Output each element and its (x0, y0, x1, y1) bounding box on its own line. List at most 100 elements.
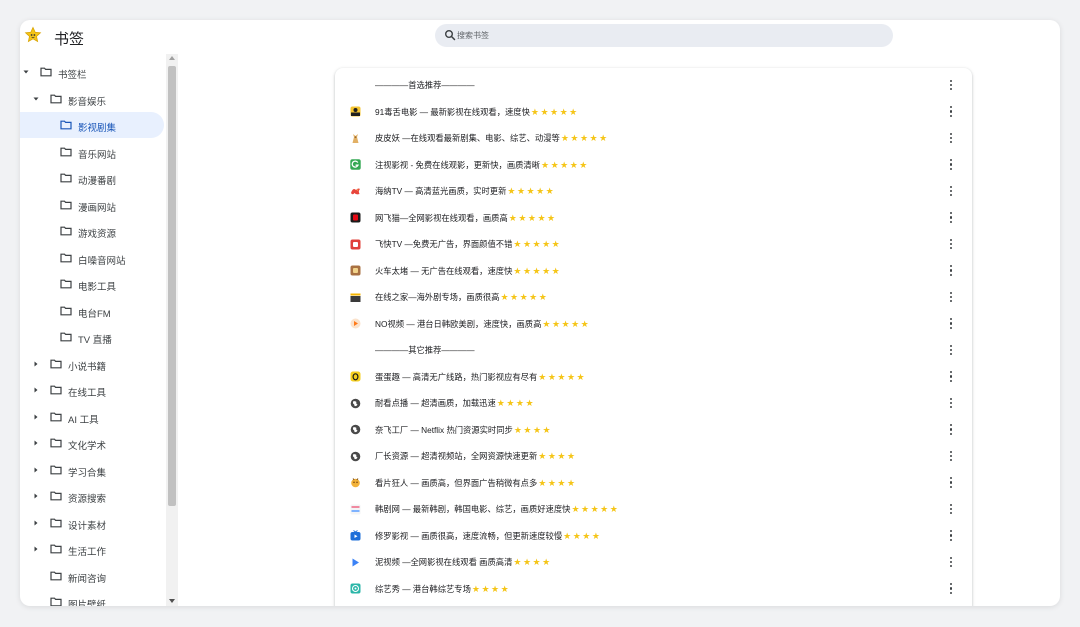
page-title: 书签 (54, 31, 85, 48)
sidebar-item[interactable]: 小说书籍 (20, 351, 166, 377)
more-vert-icon[interactable] (947, 132, 955, 144)
more-vert-icon[interactable] (947, 291, 955, 303)
scroll-down-arrow-icon[interactable] (169, 599, 175, 603)
more-vert-icon[interactable] (947, 79, 955, 91)
more-vert-icon[interactable] (947, 159, 955, 171)
sidebar-item[interactable]: 白噪音网站 (20, 245, 166, 271)
more-vert-icon[interactable] (947, 344, 955, 356)
bookmark-row[interactable]: 厂长资源 — 超清视频站，全网资源快速更新★★★★ (335, 443, 972, 470)
bookmark-row[interactable]: 飞快TV —免费无广告，界面颜值不错★★★★★ (335, 231, 972, 258)
more-vert-icon[interactable] (947, 238, 955, 250)
bookmark-title: 网飞猫—全网影视在线观看，画质高★★★★★ (375, 212, 557, 224)
film-clapper-icon (350, 293, 361, 302)
star-rating: ★★★★★ (513, 265, 562, 276)
sidebar-item[interactable]: 学习合集 (20, 457, 166, 483)
bookmark-row[interactable]: 综艺秀 — 港台韩综艺专场★★★★ (335, 576, 972, 603)
sidebar-item[interactable]: 影视剧集 (20, 112, 164, 138)
folder-icon (50, 544, 62, 554)
more-vert-icon[interactable] (947, 212, 955, 224)
bookmark-title: 在线之家—海外剧专场，画质很高★★★★★ (375, 291, 548, 303)
bookmark-row[interactable]: 海纳TV — 高清蓝光画质，实时更新★★★★★ (335, 178, 972, 205)
sidebar-item[interactable]: 游戏资源 (20, 218, 166, 244)
sidebar-item-label: 新闻咨询 (68, 573, 107, 585)
bookmark-row[interactable]: 皮皮妖 —在线观看最新剧集、电影、综艺、动漫等★★★★★ (335, 125, 972, 152)
more-vert-icon[interactable] (947, 318, 955, 330)
bookmark-title: 火车太堵 — 无广告在线观看，速度快★★★★★ (375, 265, 561, 277)
caret-right-icon[interactable] (32, 466, 40, 474)
bookmark-row[interactable]: 注视影视 - 免费在线观影，更新快，画质清晰★★★★★ (335, 152, 972, 179)
sidebar-item[interactable]: 影音娱乐 (20, 86, 166, 112)
bookmark-star-icon (24, 26, 42, 43)
sidebar-item[interactable]: 电台FM (20, 298, 166, 324)
caret-down-icon[interactable] (22, 68, 30, 76)
star-rating: ★★★★★ (508, 212, 557, 223)
more-vert-icon[interactable] (947, 424, 955, 436)
bookmark-list: ————首选推荐———— 91毒舌电影 — 最新影视在线观看，速度快★★★★★ 皮皮… (335, 68, 972, 606)
sidebar-item[interactable]: 文化学术 (20, 430, 166, 456)
sidebar-item[interactable]: 书签栏 (20, 59, 166, 85)
bookmark-row[interactable]: 修罗影视 — 画质很高，速度流畅，但更新速度较慢★★★★ (335, 523, 972, 550)
bookmark-title-text: 耐看点播 — 超清画质，加载迅速 (375, 398, 496, 409)
separator-title: ————其它推荐———— (375, 345, 475, 356)
sidebar-item[interactable]: 漫画网站 (20, 192, 166, 218)
caret-down-icon[interactable] (32, 95, 40, 103)
sidebar-item-label: 影音娱乐 (68, 96, 107, 108)
sidebar-item[interactable]: 动漫番剧 (20, 165, 166, 191)
more-vert-icon[interactable] (947, 530, 955, 542)
bookmark-title-text: 在线之家—海外剧专场，画质很高 (375, 292, 500, 303)
more-vert-icon[interactable] (947, 477, 955, 489)
bookmark-title: 泥视频 —全网影视在线观看 画质高清★★★★ (375, 556, 552, 568)
caret-right-icon[interactable] (32, 386, 40, 394)
bookmark-row[interactable]: 蛋蛋趣 — 高清无广线路，热门影视应有尽有★★★★★ (335, 364, 972, 391)
more-vert-icon[interactable] (947, 450, 955, 462)
more-vert-icon[interactable] (947, 397, 955, 409)
sidebar-item[interactable]: 图片壁纸 (20, 589, 166, 606)
bookmark-title-text: 皮皮妖 —在线观看最新剧集、电影、综艺、动漫等 (375, 133, 560, 144)
sidebar-item-label: 设计素材 (68, 520, 107, 532)
more-vert-icon[interactable] (947, 106, 955, 118)
bookmark-title-text: 泥视频 —全网影视在线观看 画质高清 (375, 557, 513, 568)
bookmark-row[interactable]: 看片狂人 — 画质高，但界面广告稍微有点多★★★★ (335, 470, 972, 497)
caret-right-icon[interactable] (32, 413, 40, 421)
caret-right-icon[interactable] (32, 360, 40, 368)
bookmark-row[interactable]: NO视频 — 港台日韩欧美剧，速度快，画质高★★★★★ (335, 311, 972, 338)
bookmark-title: 海纳TV — 高清蓝光画质，实时更新★★★★★ (375, 185, 555, 197)
caret-right-icon[interactable] (32, 519, 40, 527)
bookmark-manager-window: 书签 书签栏影音娱乐影视剧集音乐网站动漫番剧漫画网站游戏资源白噪音网站电影工具电… (20, 20, 1060, 606)
bookmark-title-text: 网飞猫—全网影视在线观看，画质高 (375, 212, 508, 223)
bookmark-row[interactable]: 在线之家—海外剧专场，画质很高★★★★★ (335, 284, 972, 311)
more-vert-icon[interactable] (947, 503, 955, 515)
sidebar-item[interactable]: AI 工具 (20, 404, 166, 430)
bookmark-row[interactable]: 网飞猫—全网影视在线观看，画质高★★★★★ (335, 205, 972, 232)
sidebar-item[interactable]: 电影工具 (20, 271, 166, 297)
scroll-thumb[interactable] (168, 66, 176, 506)
more-vert-icon[interactable] (947, 583, 955, 595)
bookmark-row[interactable]: 耐看点播 — 超清画质，加载迅速★★★★ (335, 390, 972, 417)
caret-right-icon[interactable] (32, 439, 40, 447)
separator-row[interactable]: ————首选推荐———— (335, 72, 972, 99)
search-input[interactable] (457, 27, 877, 44)
bookmark-row[interactable]: 泥视频 —全网影视在线观看 画质高清★★★★ (335, 549, 972, 576)
sidebar-scrollbar[interactable] (166, 54, 178, 606)
sidebar-item[interactable]: TV 直播 (20, 324, 166, 350)
scroll-up-arrow-icon[interactable] (169, 56, 175, 60)
more-vert-icon[interactable] (947, 185, 955, 197)
sidebar-item[interactable]: 设计素材 (20, 510, 166, 536)
bookmark-row[interactable]: 韩剧网 — 最新韩剧，韩国电影、综艺，画质好速度快★★★★★ (335, 496, 972, 523)
caret-right-icon[interactable] (32, 492, 40, 500)
bookmark-row[interactable]: 91毒舌电影 — 最新影视在线观看，速度快★★★★★ (335, 99, 972, 126)
sidebar-item[interactable]: 在线工具 (20, 377, 166, 403)
sidebar-item[interactable]: 资源搜索 (20, 483, 166, 509)
sidebar-item[interactable]: 生活工作 (20, 536, 166, 562)
caret-right-icon[interactable] (32, 545, 40, 553)
bookmark-row[interactable]: 火车太堵 — 无广告在线观看，速度快★★★★★ (335, 258, 972, 285)
folder-icon (60, 147, 72, 156)
search-bar[interactable] (435, 24, 893, 47)
more-vert-icon[interactable] (947, 265, 955, 277)
more-vert-icon[interactable] (947, 556, 955, 568)
sidebar-item[interactable]: 音乐网站 (20, 139, 166, 165)
separator-row[interactable]: ————其它推荐———— (335, 337, 972, 364)
more-vert-icon[interactable] (947, 371, 955, 383)
sidebar-item[interactable]: 新闻咨询 (20, 563, 166, 589)
bookmark-row[interactable]: 奈飞工厂 — Netflix 热门资源实时同步★★★★ (335, 417, 972, 444)
